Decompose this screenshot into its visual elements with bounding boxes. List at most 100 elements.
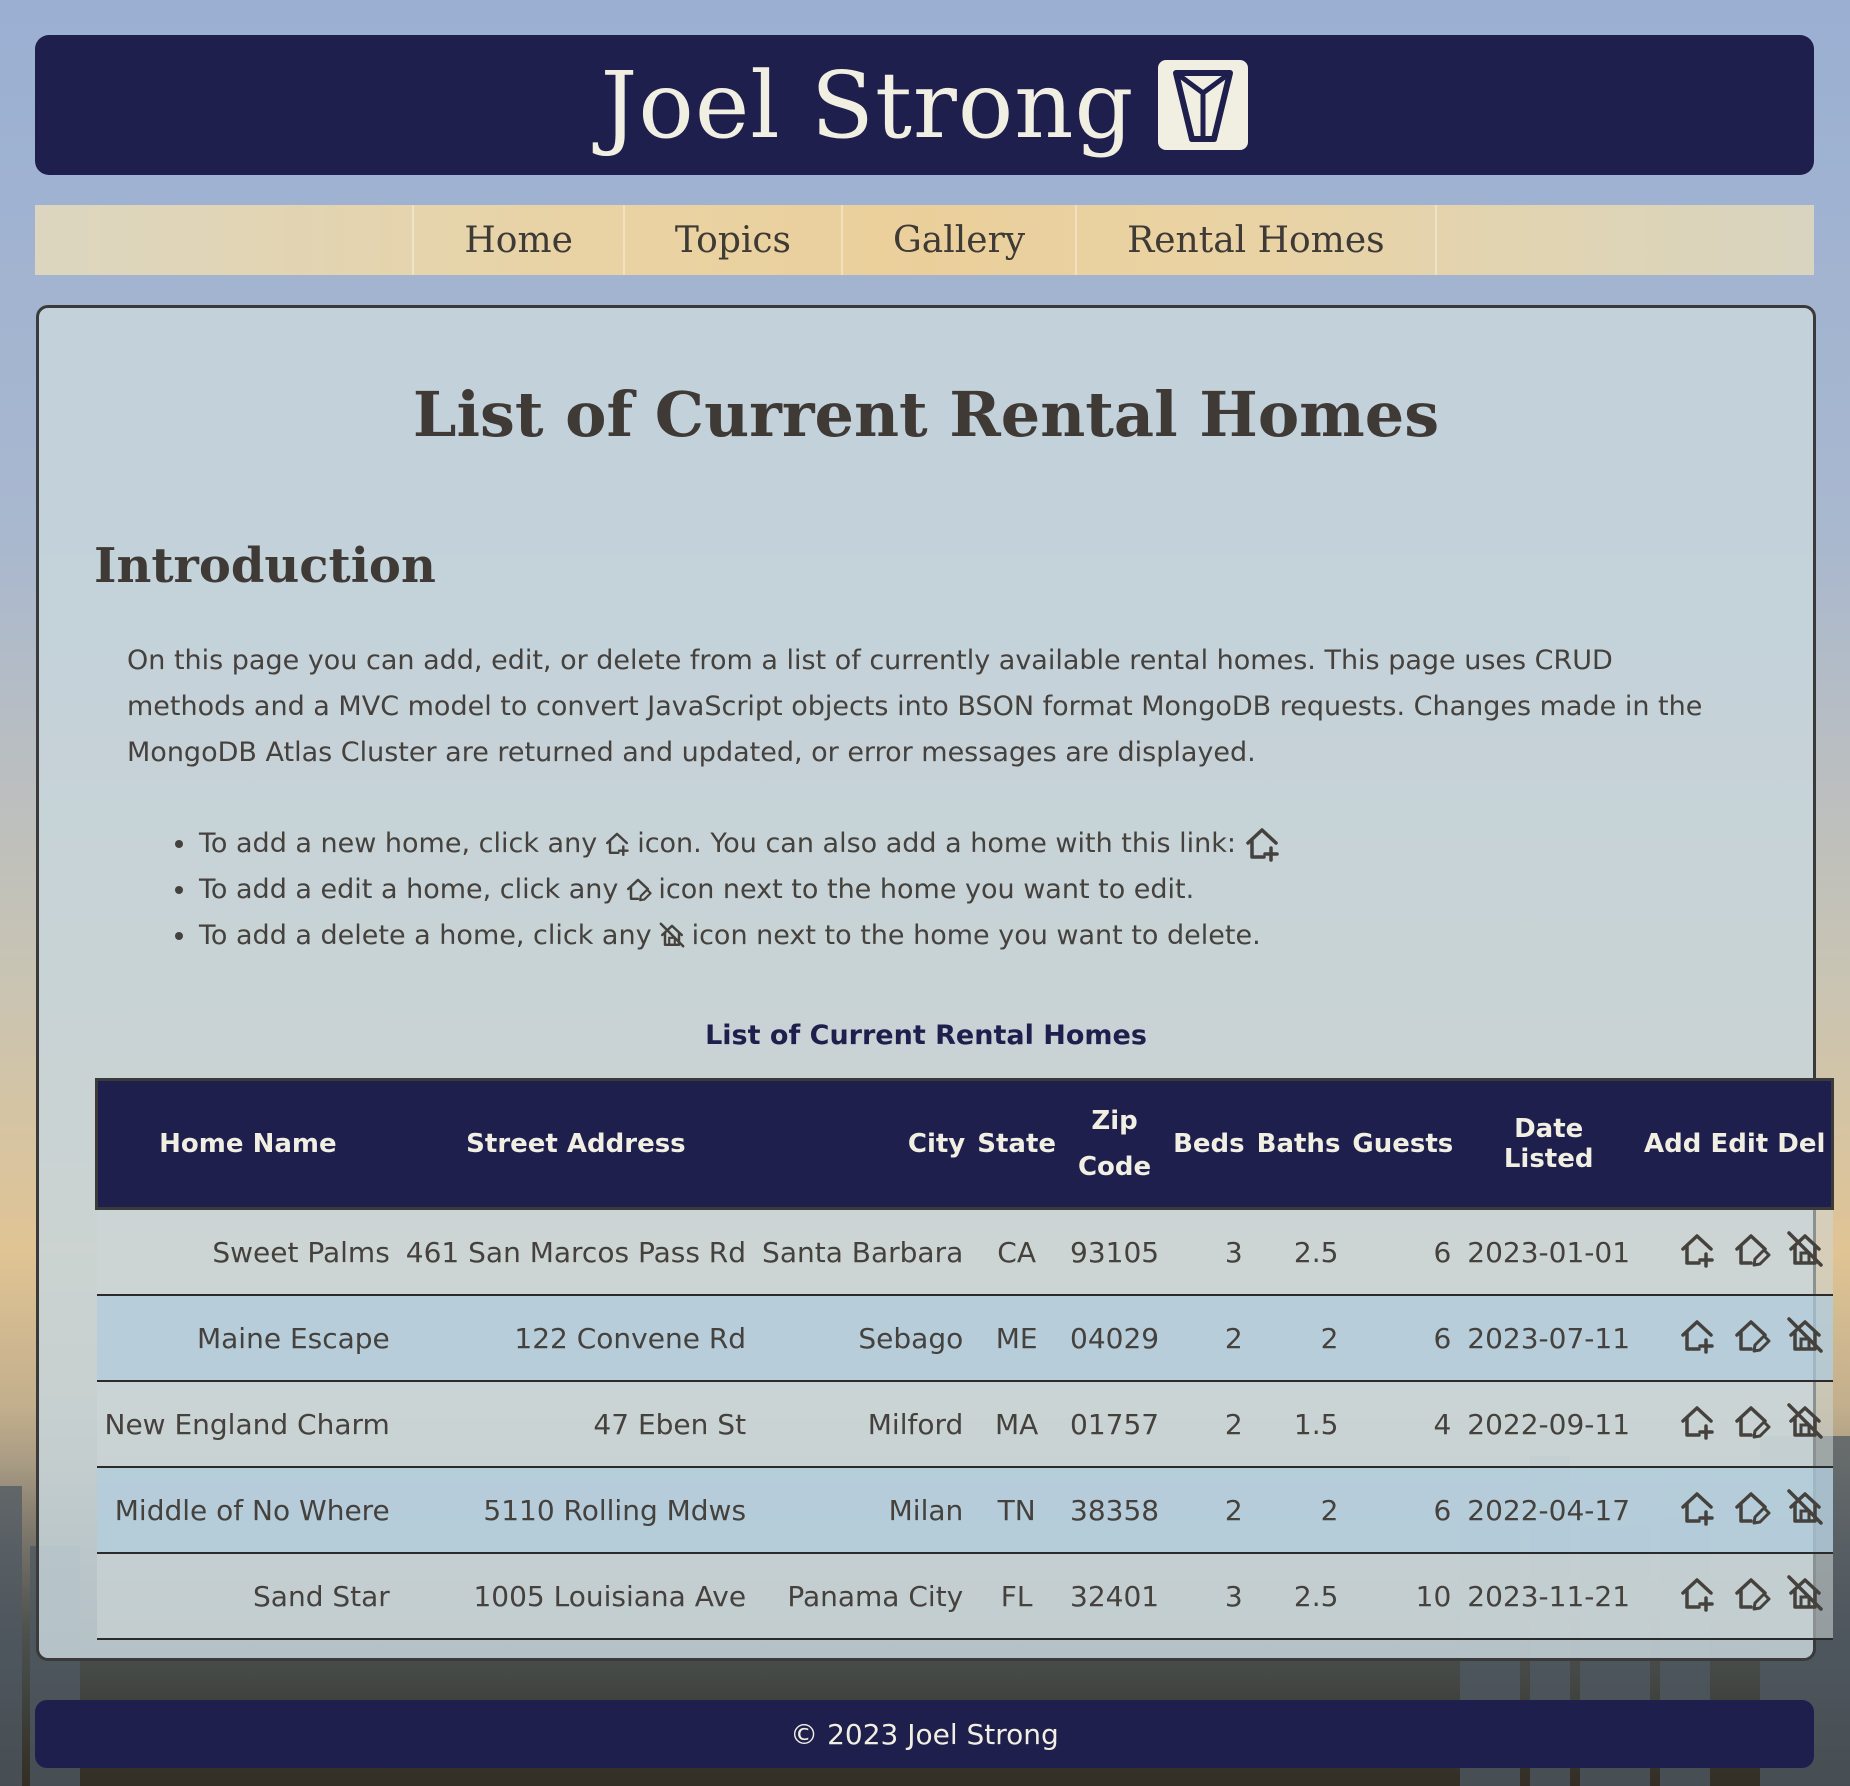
nav-topics[interactable]: Topics bbox=[622, 205, 841, 275]
nav-gallery[interactable]: Gallery bbox=[841, 205, 1075, 275]
col-date-listed: Date Listed bbox=[1459, 1078, 1639, 1210]
instruction-list: To add a new home, click any icon. You c… bbox=[175, 820, 1288, 958]
instruction-edit-text-before: To add a edit a home, click any bbox=[199, 873, 619, 905]
add-home-icon[interactable] bbox=[1677, 1315, 1717, 1362]
add-home-link-icon[interactable] bbox=[1242, 823, 1282, 863]
delete-home-icon[interactable] bbox=[1785, 1229, 1825, 1276]
instruction-add: To add a new home, click any icon. You c… bbox=[175, 820, 1288, 866]
col-guests: Guests bbox=[1346, 1078, 1460, 1210]
page-title: List of Current Rental Homes bbox=[412, 378, 1440, 451]
table-row: New England Charm 47 Eben St Milford MA 0175… bbox=[96, 1381, 1833, 1468]
date-listed-cell: 2022-09-11 bbox=[1459, 1381, 1639, 1468]
street-address-cell: 5110 Rolling Mdws bbox=[397, 1467, 755, 1554]
background-building bbox=[0, 1486, 22, 1786]
guests-cell: 6 bbox=[1346, 1295, 1460, 1382]
col-street-address: Street Address bbox=[397, 1078, 755, 1210]
col-baths: Baths bbox=[1250, 1078, 1347, 1210]
col-add: Add bbox=[1644, 1129, 1702, 1159]
delete-home-icon[interactable] bbox=[1785, 1487, 1825, 1534]
state-cell: TN bbox=[971, 1467, 1063, 1554]
city-cell: Milan bbox=[754, 1467, 972, 1554]
street-address-cell: 461 San Marcos Pass Rd bbox=[397, 1208, 755, 1296]
site-title: Joel Strong bbox=[600, 51, 1135, 159]
shield-logo-icon bbox=[1158, 60, 1249, 150]
guests-cell: 6 bbox=[1346, 1467, 1460, 1554]
baths-cell: 2.5 bbox=[1250, 1208, 1347, 1296]
home-name-cell: Middle of No Where bbox=[96, 1467, 398, 1554]
edit-home-icon[interactable] bbox=[1731, 1315, 1771, 1362]
state-cell: CA bbox=[971, 1208, 1063, 1296]
edit-home-icon[interactable] bbox=[1731, 1229, 1771, 1276]
col-state: State bbox=[971, 1078, 1063, 1210]
actions-cell bbox=[1638, 1553, 1833, 1640]
state-cell: FL bbox=[971, 1553, 1063, 1640]
nav-home[interactable]: Home bbox=[412, 205, 623, 275]
street-address-cell: 47 Eben St bbox=[397, 1381, 755, 1468]
baths-cell: 2 bbox=[1250, 1467, 1347, 1554]
instruction-add-text-after: icon. You can also add a home with this … bbox=[637, 827, 1236, 859]
instruction-delete-text-before: To add a delete a home, click any bbox=[199, 919, 652, 951]
edit-home-icon[interactable] bbox=[1731, 1401, 1771, 1448]
content-panel: List of Current Rental Homes Introductio… bbox=[36, 305, 1835, 1661]
nav-rental-homes[interactable]: Rental Homes bbox=[1075, 205, 1437, 275]
baths-cell: 1.5 bbox=[1250, 1381, 1347, 1468]
street-address-cell: 1005 Louisiana Ave bbox=[397, 1553, 755, 1640]
home-name-cell: New England Charm bbox=[96, 1381, 398, 1468]
delete-home-icon[interactable] bbox=[1785, 1401, 1825, 1448]
site-footer: © 2023 Joel Strong bbox=[35, 1700, 1814, 1768]
home-name-cell: Sand Star bbox=[96, 1553, 398, 1640]
home-name-cell: Maine Escape bbox=[96, 1295, 398, 1382]
date-listed-cell: 2023-01-01 bbox=[1459, 1208, 1639, 1296]
table-body: Sweet Palms 461 San Marcos Pass Rd Santa B… bbox=[96, 1208, 1833, 1640]
table-row: Sweet Palms 461 San Marcos Pass Rd Santa B… bbox=[96, 1208, 1833, 1296]
edit-home-icon[interactable] bbox=[1731, 1487, 1771, 1534]
site-header: Joel Strong bbox=[35, 35, 1814, 175]
zip-code-cell: 32401 bbox=[1062, 1553, 1168, 1640]
beds-cell: 2 bbox=[1167, 1381, 1251, 1468]
zip-code-cell: 04029 bbox=[1062, 1295, 1168, 1382]
home-name-cell: Sweet Palms bbox=[96, 1208, 398, 1296]
house-delete-icon bbox=[659, 922, 685, 948]
actions-cell bbox=[1638, 1467, 1833, 1554]
state-cell: MA bbox=[971, 1381, 1063, 1468]
instruction-delete-text-after: icon next to the home you want to delete… bbox=[691, 919, 1261, 951]
main-nav: Home Topics Gallery Rental Homes bbox=[35, 205, 1814, 275]
col-city: City bbox=[754, 1078, 972, 1210]
actions-cell bbox=[1638, 1295, 1833, 1382]
intro-heading: Introduction bbox=[94, 538, 436, 594]
add-home-icon[interactable] bbox=[1677, 1401, 1717, 1448]
add-home-icon[interactable] bbox=[1677, 1573, 1717, 1620]
guests-cell: 6 bbox=[1346, 1208, 1460, 1296]
edit-home-icon[interactable] bbox=[1731, 1573, 1771, 1620]
col-beds: Beds bbox=[1167, 1078, 1251, 1210]
col-home-name: Home Name bbox=[94, 1078, 398, 1210]
guests-cell: 4 bbox=[1346, 1381, 1460, 1468]
col-actions: Add Edit Del bbox=[1638, 1078, 1835, 1210]
beds-cell: 2 bbox=[1167, 1295, 1251, 1382]
table-row: Sand Star 1005 Louisiana Ave Panama City FL… bbox=[96, 1553, 1833, 1640]
col-del: Del bbox=[1777, 1129, 1826, 1159]
table-header-row: Home Name Street Address City State Zip C… bbox=[94, 1078, 1835, 1210]
delete-home-icon[interactable] bbox=[1785, 1573, 1825, 1620]
table-row: Middle of No Where 5110 Rolling Mdws Milan… bbox=[96, 1467, 1833, 1554]
instruction-delete: To add a delete a home, click any icon n… bbox=[175, 912, 1288, 958]
date-listed-cell: 2023-11-21 bbox=[1459, 1553, 1639, 1640]
add-home-icon[interactable] bbox=[1677, 1487, 1717, 1534]
delete-home-icon[interactable] bbox=[1785, 1315, 1825, 1362]
instruction-edit: To add a edit a home, click any icon nex… bbox=[175, 866, 1288, 912]
add-home-icon[interactable] bbox=[1677, 1229, 1717, 1276]
zip-code-cell: 38358 bbox=[1062, 1467, 1168, 1554]
street-address-cell: 122 Convene Rd bbox=[397, 1295, 755, 1382]
city-cell: Sebago bbox=[754, 1295, 972, 1382]
city-cell: Panama City bbox=[754, 1553, 972, 1640]
state-cell: ME bbox=[971, 1295, 1063, 1382]
rental-homes-table: Home Name Street Address City State Zip C… bbox=[94, 1078, 1835, 1640]
beds-cell: 3 bbox=[1167, 1208, 1251, 1296]
house-add-icon bbox=[606, 832, 629, 857]
intro-text: On this page you can add, edit, or delet… bbox=[127, 645, 1703, 768]
city-cell: Milford bbox=[754, 1381, 972, 1468]
zip-code-cell: 01757 bbox=[1062, 1381, 1168, 1468]
guests-cell: 10 bbox=[1346, 1553, 1460, 1640]
baths-cell: 2 bbox=[1250, 1295, 1347, 1382]
table-caption: List of Current Rental Homes bbox=[705, 1020, 1147, 1051]
